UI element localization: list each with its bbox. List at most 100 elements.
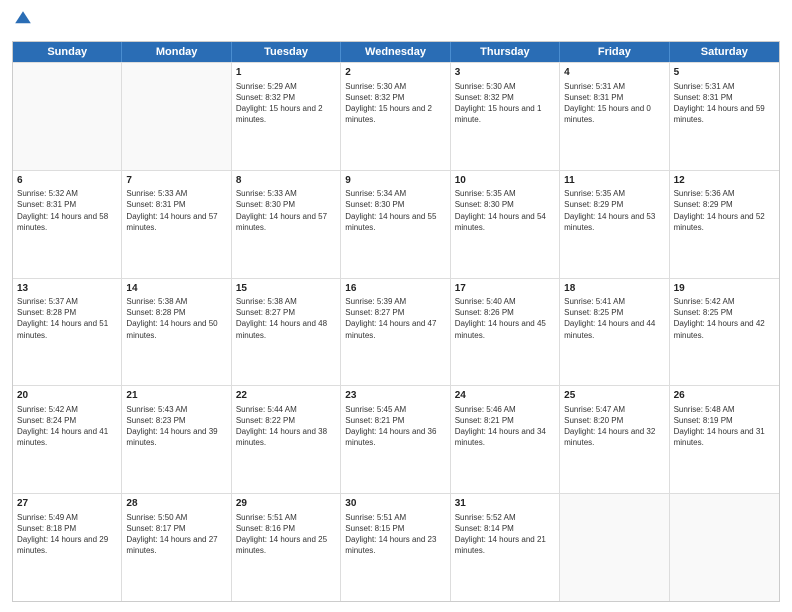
calendar-cell: 1Sunrise: 5:29 AM Sunset: 8:32 PM Daylig… bbox=[232, 63, 341, 170]
calendar-cell: 10Sunrise: 5:35 AM Sunset: 8:30 PM Dayli… bbox=[451, 171, 560, 278]
calendar-cell: 13Sunrise: 5:37 AM Sunset: 8:28 PM Dayli… bbox=[13, 279, 122, 386]
calendar-row-2: 6Sunrise: 5:32 AM Sunset: 8:31 PM Daylig… bbox=[13, 170, 779, 278]
calendar-cell: 16Sunrise: 5:39 AM Sunset: 8:27 PM Dayli… bbox=[341, 279, 450, 386]
cell-info: Sunrise: 5:44 AM Sunset: 8:22 PM Dayligh… bbox=[236, 404, 336, 449]
cell-info: Sunrise: 5:34 AM Sunset: 8:30 PM Dayligh… bbox=[345, 188, 445, 233]
calendar-cell: 29Sunrise: 5:51 AM Sunset: 8:16 PM Dayli… bbox=[232, 494, 341, 601]
day-number: 18 bbox=[564, 282, 664, 296]
cell-info: Sunrise: 5:46 AM Sunset: 8:21 PM Dayligh… bbox=[455, 404, 555, 449]
cell-info: Sunrise: 5:43 AM Sunset: 8:23 PM Dayligh… bbox=[126, 404, 226, 449]
day-number: 11 bbox=[564, 174, 664, 188]
calendar-cell: 31Sunrise: 5:52 AM Sunset: 8:14 PM Dayli… bbox=[451, 494, 560, 601]
cell-info: Sunrise: 5:51 AM Sunset: 8:15 PM Dayligh… bbox=[345, 512, 445, 557]
day-number: 30 bbox=[345, 497, 445, 511]
cell-info: Sunrise: 5:31 AM Sunset: 8:31 PM Dayligh… bbox=[564, 81, 664, 126]
day-number: 20 bbox=[17, 389, 117, 403]
cell-info: Sunrise: 5:33 AM Sunset: 8:31 PM Dayligh… bbox=[126, 188, 226, 233]
calendar-cell: 14Sunrise: 5:38 AM Sunset: 8:28 PM Dayli… bbox=[122, 279, 231, 386]
day-number: 1 bbox=[236, 66, 336, 80]
day-number: 4 bbox=[564, 66, 664, 80]
cell-info: Sunrise: 5:47 AM Sunset: 8:20 PM Dayligh… bbox=[564, 404, 664, 449]
calendar-cell: 27Sunrise: 5:49 AM Sunset: 8:18 PM Dayli… bbox=[13, 494, 122, 601]
day-number: 17 bbox=[455, 282, 555, 296]
day-number: 6 bbox=[17, 174, 117, 188]
calendar-cell: 30Sunrise: 5:51 AM Sunset: 8:15 PM Dayli… bbox=[341, 494, 450, 601]
day-number: 22 bbox=[236, 389, 336, 403]
header-cell-thursday: Thursday bbox=[451, 42, 560, 62]
day-number: 2 bbox=[345, 66, 445, 80]
cell-info: Sunrise: 5:42 AM Sunset: 8:24 PM Dayligh… bbox=[17, 404, 117, 449]
calendar-row-1: 1Sunrise: 5:29 AM Sunset: 8:32 PM Daylig… bbox=[13, 62, 779, 170]
calendar-cell: 19Sunrise: 5:42 AM Sunset: 8:25 PM Dayli… bbox=[670, 279, 779, 386]
page: SundayMondayTuesdayWednesdayThursdayFrid… bbox=[0, 0, 792, 612]
logo bbox=[12, 10, 32, 33]
day-number: 7 bbox=[126, 174, 226, 188]
day-number: 26 bbox=[674, 389, 775, 403]
day-number: 13 bbox=[17, 282, 117, 296]
cell-info: Sunrise: 5:31 AM Sunset: 8:31 PM Dayligh… bbox=[674, 81, 775, 126]
day-number: 16 bbox=[345, 282, 445, 296]
cell-info: Sunrise: 5:36 AM Sunset: 8:29 PM Dayligh… bbox=[674, 188, 775, 233]
calendar-cell: 20Sunrise: 5:42 AM Sunset: 8:24 PM Dayli… bbox=[13, 386, 122, 493]
cell-info: Sunrise: 5:49 AM Sunset: 8:18 PM Dayligh… bbox=[17, 512, 117, 557]
calendar-cell: 8Sunrise: 5:33 AM Sunset: 8:30 PM Daylig… bbox=[232, 171, 341, 278]
day-number: 10 bbox=[455, 174, 555, 188]
cell-info: Sunrise: 5:35 AM Sunset: 8:30 PM Dayligh… bbox=[455, 188, 555, 233]
day-number: 25 bbox=[564, 389, 664, 403]
day-number: 28 bbox=[126, 497, 226, 511]
logo-icon bbox=[14, 10, 32, 28]
cell-info: Sunrise: 5:39 AM Sunset: 8:27 PM Dayligh… bbox=[345, 296, 445, 341]
day-number: 31 bbox=[455, 497, 555, 511]
header-cell-tuesday: Tuesday bbox=[232, 42, 341, 62]
cell-info: Sunrise: 5:35 AM Sunset: 8:29 PM Dayligh… bbox=[564, 188, 664, 233]
day-number: 21 bbox=[126, 389, 226, 403]
calendar-cell: 2Sunrise: 5:30 AM Sunset: 8:32 PM Daylig… bbox=[341, 63, 450, 170]
calendar-cell bbox=[670, 494, 779, 601]
header bbox=[12, 10, 780, 33]
calendar-cell: 11Sunrise: 5:35 AM Sunset: 8:29 PM Dayli… bbox=[560, 171, 669, 278]
calendar-cell: 4Sunrise: 5:31 AM Sunset: 8:31 PM Daylig… bbox=[560, 63, 669, 170]
header-cell-monday: Monday bbox=[122, 42, 231, 62]
calendar-cell: 12Sunrise: 5:36 AM Sunset: 8:29 PM Dayli… bbox=[670, 171, 779, 278]
cell-info: Sunrise: 5:41 AM Sunset: 8:25 PM Dayligh… bbox=[564, 296, 664, 341]
cell-info: Sunrise: 5:30 AM Sunset: 8:32 PM Dayligh… bbox=[345, 81, 445, 126]
calendar-cell: 25Sunrise: 5:47 AM Sunset: 8:20 PM Dayli… bbox=[560, 386, 669, 493]
cell-info: Sunrise: 5:29 AM Sunset: 8:32 PM Dayligh… bbox=[236, 81, 336, 126]
calendar-row-4: 20Sunrise: 5:42 AM Sunset: 8:24 PM Dayli… bbox=[13, 385, 779, 493]
day-number: 14 bbox=[126, 282, 226, 296]
header-cell-friday: Friday bbox=[560, 42, 669, 62]
calendar-header: SundayMondayTuesdayWednesdayThursdayFrid… bbox=[13, 42, 779, 62]
calendar-cell: 24Sunrise: 5:46 AM Sunset: 8:21 PM Dayli… bbox=[451, 386, 560, 493]
calendar-cell: 6Sunrise: 5:32 AM Sunset: 8:31 PM Daylig… bbox=[13, 171, 122, 278]
calendar-row-5: 27Sunrise: 5:49 AM Sunset: 8:18 PM Dayli… bbox=[13, 493, 779, 601]
cell-info: Sunrise: 5:51 AM Sunset: 8:16 PM Dayligh… bbox=[236, 512, 336, 557]
day-number: 23 bbox=[345, 389, 445, 403]
calendar-cell: 26Sunrise: 5:48 AM Sunset: 8:19 PM Dayli… bbox=[670, 386, 779, 493]
day-number: 19 bbox=[674, 282, 775, 296]
day-number: 5 bbox=[674, 66, 775, 80]
cell-info: Sunrise: 5:38 AM Sunset: 8:28 PM Dayligh… bbox=[126, 296, 226, 341]
calendar-cell: 3Sunrise: 5:30 AM Sunset: 8:32 PM Daylig… bbox=[451, 63, 560, 170]
day-number: 12 bbox=[674, 174, 775, 188]
calendar-cell: 28Sunrise: 5:50 AM Sunset: 8:17 PM Dayli… bbox=[122, 494, 231, 601]
header-cell-saturday: Saturday bbox=[670, 42, 779, 62]
calendar-cell bbox=[13, 63, 122, 170]
calendar-cell: 17Sunrise: 5:40 AM Sunset: 8:26 PM Dayli… bbox=[451, 279, 560, 386]
calendar-cell: 7Sunrise: 5:33 AM Sunset: 8:31 PM Daylig… bbox=[122, 171, 231, 278]
cell-info: Sunrise: 5:37 AM Sunset: 8:28 PM Dayligh… bbox=[17, 296, 117, 341]
cell-info: Sunrise: 5:32 AM Sunset: 8:31 PM Dayligh… bbox=[17, 188, 117, 233]
cell-info: Sunrise: 5:42 AM Sunset: 8:25 PM Dayligh… bbox=[674, 296, 775, 341]
calendar-cell bbox=[560, 494, 669, 601]
header-cell-wednesday: Wednesday bbox=[341, 42, 450, 62]
cell-info: Sunrise: 5:48 AM Sunset: 8:19 PM Dayligh… bbox=[674, 404, 775, 449]
cell-info: Sunrise: 5:40 AM Sunset: 8:26 PM Dayligh… bbox=[455, 296, 555, 341]
calendar-cell bbox=[122, 63, 231, 170]
cell-info: Sunrise: 5:33 AM Sunset: 8:30 PM Dayligh… bbox=[236, 188, 336, 233]
calendar-cell: 18Sunrise: 5:41 AM Sunset: 8:25 PM Dayli… bbox=[560, 279, 669, 386]
day-number: 29 bbox=[236, 497, 336, 511]
day-number: 3 bbox=[455, 66, 555, 80]
cell-info: Sunrise: 5:30 AM Sunset: 8:32 PM Dayligh… bbox=[455, 81, 555, 126]
calendar-cell: 5Sunrise: 5:31 AM Sunset: 8:31 PM Daylig… bbox=[670, 63, 779, 170]
calendar: SundayMondayTuesdayWednesdayThursdayFrid… bbox=[12, 41, 780, 602]
calendar-body: 1Sunrise: 5:29 AM Sunset: 8:32 PM Daylig… bbox=[13, 62, 779, 601]
